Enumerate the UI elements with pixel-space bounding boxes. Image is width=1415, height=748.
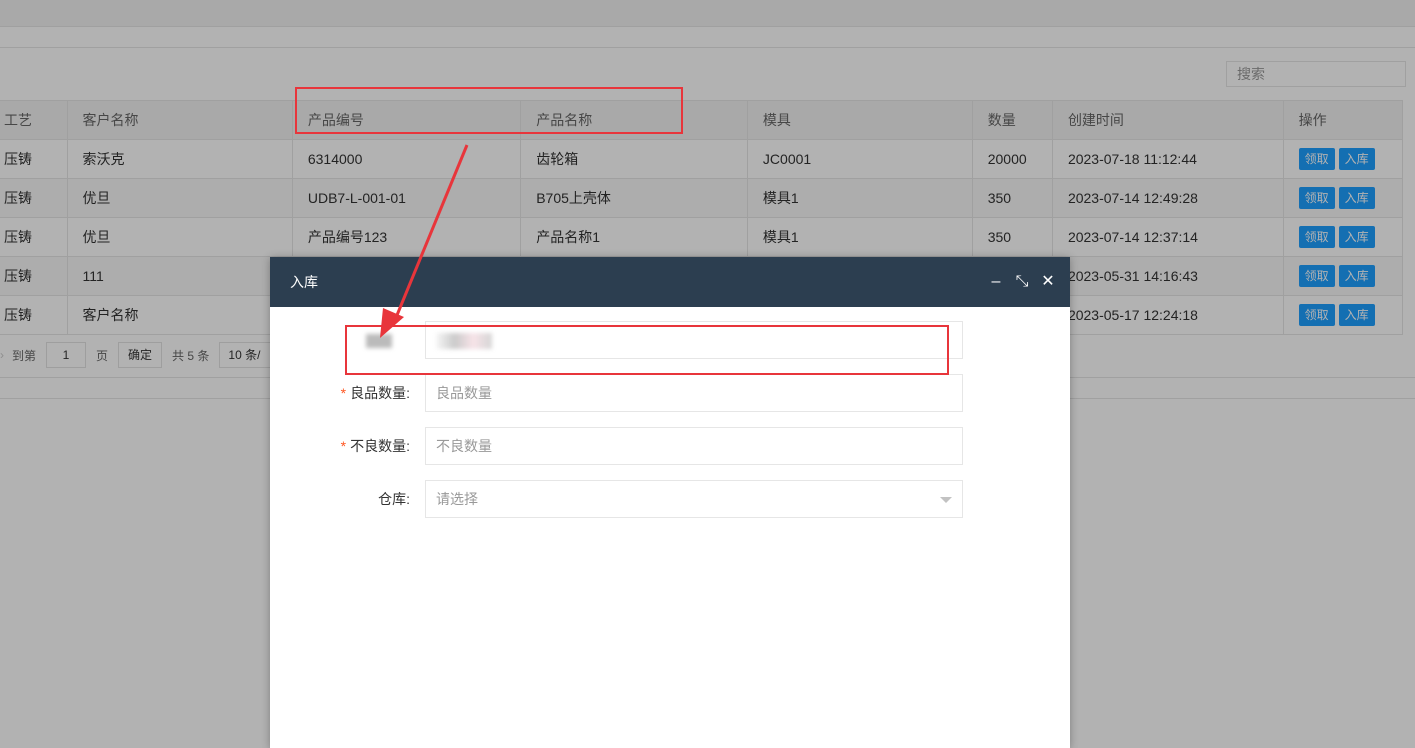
annotation-box-field [345, 325, 949, 375]
close-icon[interactable]: ✕ [1040, 257, 1056, 307]
bad-qty-label: * 不良数量: [340, 438, 410, 454]
good-qty-input[interactable]: 良品数量 [425, 374, 963, 412]
good-qty-label: * 良品数量: [340, 385, 410, 401]
annotation-box-headers [295, 87, 683, 134]
minimize-icon[interactable]: – [988, 257, 1004, 307]
form-row-warehouse: 仓库: 请选择 [270, 480, 1070, 518]
chevron-down-icon [940, 497, 952, 503]
form-row-bad-qty: * 不良数量: 不良数量 [270, 427, 1070, 465]
warehouse-label: 仓库: [378, 491, 410, 507]
bad-qty-input[interactable]: 不良数量 [425, 427, 963, 465]
form-row-good-qty: * 良品数量: 良品数量 [270, 374, 1070, 412]
restore-icon[interactable]: ⤡ [1014, 257, 1030, 307]
dialog-header: 入库 – ⤡ ✕ [270, 257, 1070, 307]
dialog-title: 入库 [290, 274, 318, 290]
dialog-controls: – ⤡ ✕ [988, 257, 1056, 307]
warehouse-select[interactable]: 请选择 [425, 480, 963, 518]
